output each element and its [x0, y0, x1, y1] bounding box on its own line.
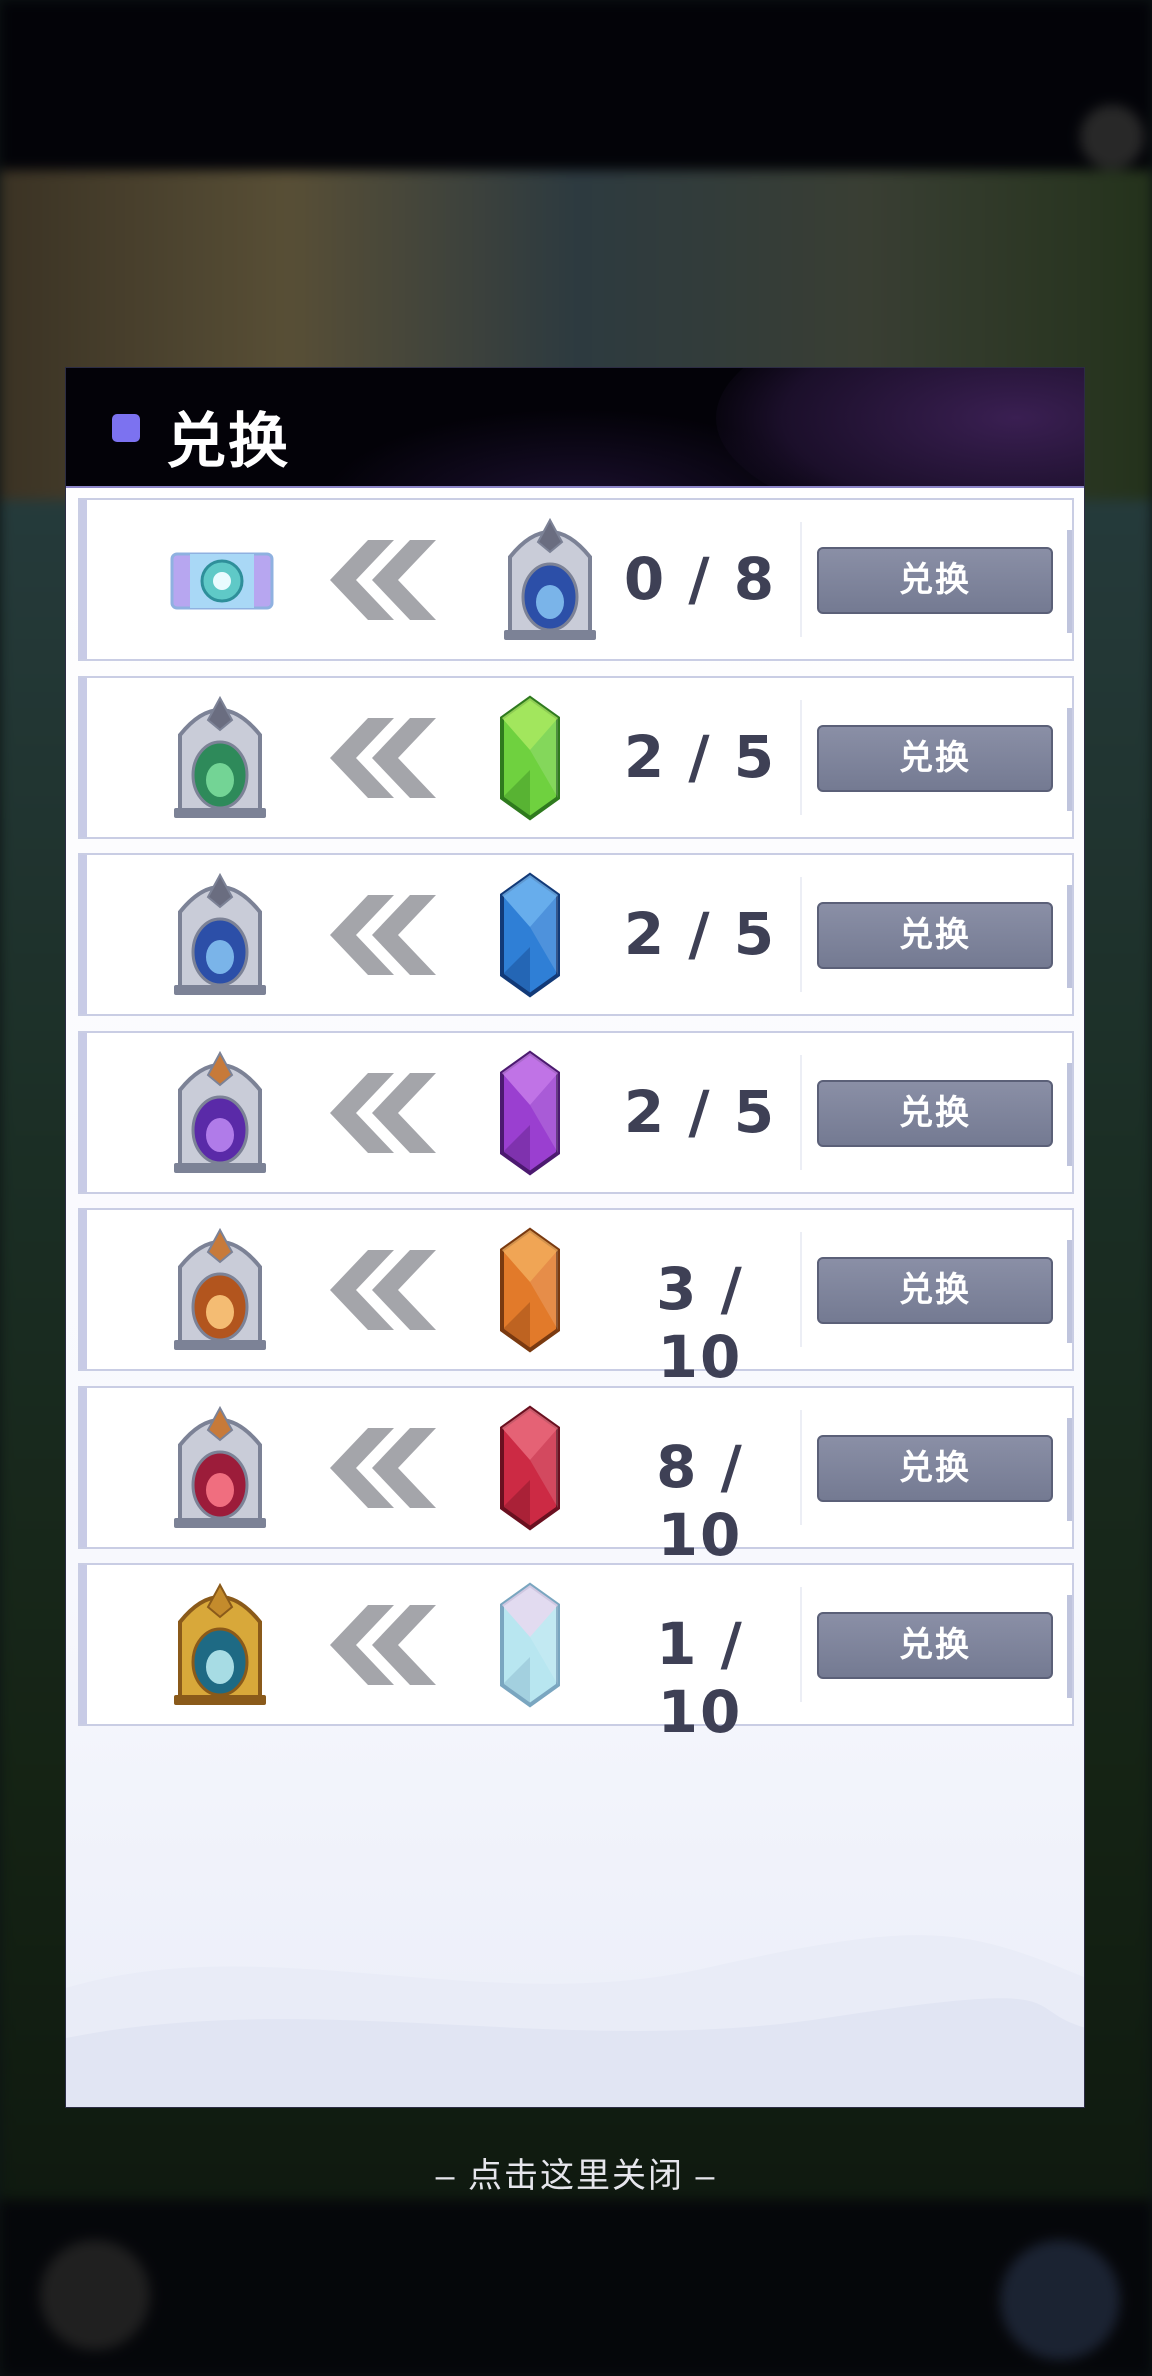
row-accent	[80, 1210, 87, 1369]
double-left-arrow-icon	[330, 717, 450, 798]
exchange-row: 2 / 5 兑换	[78, 853, 1074, 1016]
exchange-row: 2 / 5 兑换	[78, 1030, 1074, 1194]
exchange-count: 2 / 5	[623, 722, 777, 791]
row-accent-right	[1067, 707, 1072, 811]
exchange-button[interactable]: 兑换	[817, 1257, 1053, 1324]
exchange-row: 8 / 10 兑换	[78, 1385, 1074, 1569]
ticket-icon	[150, 512, 290, 647]
row-accent	[80, 1032, 87, 1192]
row-accent	[80, 1565, 87, 1724]
orange-crystal-icon	[480, 1222, 580, 1357]
double-left-arrow-icon	[330, 1072, 450, 1153]
double-left-arrow-icon	[330, 1427, 450, 1508]
blue-portal-icon	[150, 867, 290, 1002]
rainbow-crystal-icon	[480, 1577, 580, 1712]
row-accent	[80, 855, 87, 1014]
row-accent	[80, 500, 87, 659]
double-left-arrow-icon	[330, 895, 450, 975]
exchange-button[interactable]: 兑换	[817, 724, 1053, 792]
header-square-icon	[112, 414, 140, 442]
blue-portal-icon	[480, 512, 596, 647]
exchange-row: 3 / 10 兑换	[78, 1208, 1074, 1391]
double-left-arrow-icon	[330, 1605, 450, 1685]
dialog-bottom-decoration	[66, 1935, 1084, 2107]
exchange-button[interactable]: 兑换	[817, 1079, 1053, 1147]
red-portal-icon	[150, 1400, 290, 1535]
exchange-button[interactable]: 兑换	[817, 1434, 1053, 1502]
exchange-button[interactable]: 兑换	[817, 1612, 1053, 1679]
row-divider	[800, 522, 802, 637]
row-accent-right	[1067, 1240, 1072, 1343]
exchange-row: 2 / 5 兑换	[78, 675, 1074, 839]
exchange-count: 8 / 10	[656, 1432, 744, 1569]
row-accent-right	[1067, 1595, 1072, 1698]
row-divider	[800, 1409, 802, 1525]
orange-portal-icon	[150, 1222, 290, 1357]
exchange-count: 3 / 10	[656, 1255, 744, 1391]
exchange-button[interactable]: 兑换	[817, 547, 1053, 614]
green-crystal-icon	[480, 690, 580, 825]
gold-portal-icon	[150, 1577, 290, 1712]
exchange-row: 0 / 8 兑换	[78, 498, 1074, 661]
exchange-button[interactable]: 兑换	[817, 902, 1053, 969]
row-accent	[80, 1387, 87, 1547]
row-divider	[800, 877, 802, 992]
red-crystal-icon	[480, 1400, 580, 1535]
exchange-count: 0 / 8	[623, 545, 777, 613]
row-accent	[80, 677, 87, 837]
row-accent-right	[1067, 1417, 1072, 1521]
dialog-header: 兑换	[66, 368, 1084, 488]
double-left-arrow-icon	[330, 540, 450, 620]
row-divider	[800, 1587, 802, 1702]
row-accent-right	[1067, 530, 1072, 633]
exchange-count: 1 / 10	[656, 1610, 744, 1746]
row-accent-right	[1067, 885, 1072, 988]
double-left-arrow-icon	[330, 1250, 450, 1330]
exchange-count: 2 / 5	[623, 1077, 777, 1146]
purple-portal-icon	[150, 1045, 290, 1180]
row-accent-right	[1067, 1062, 1072, 1166]
exchange-count: 2 / 5	[623, 900, 777, 968]
exchange-dialog: 兑换 0 / 8 兑换 2 / 5 兑换 2 / 5 兑换 2 / 5 兑换 3…	[65, 367, 1085, 2108]
row-divider	[800, 1232, 802, 1347]
close-hint[interactable]: – 点击这里关闭 –	[0, 2148, 1152, 2197]
exchange-row: 1 / 10 兑换	[78, 1563, 1074, 1746]
green-portal-icon	[150, 690, 290, 825]
purple-crystal-icon	[480, 1045, 580, 1180]
row-divider	[800, 1054, 802, 1170]
row-divider	[800, 699, 802, 815]
dialog-title: 兑换	[166, 408, 290, 475]
blue-crystal-icon	[480, 867, 580, 1002]
